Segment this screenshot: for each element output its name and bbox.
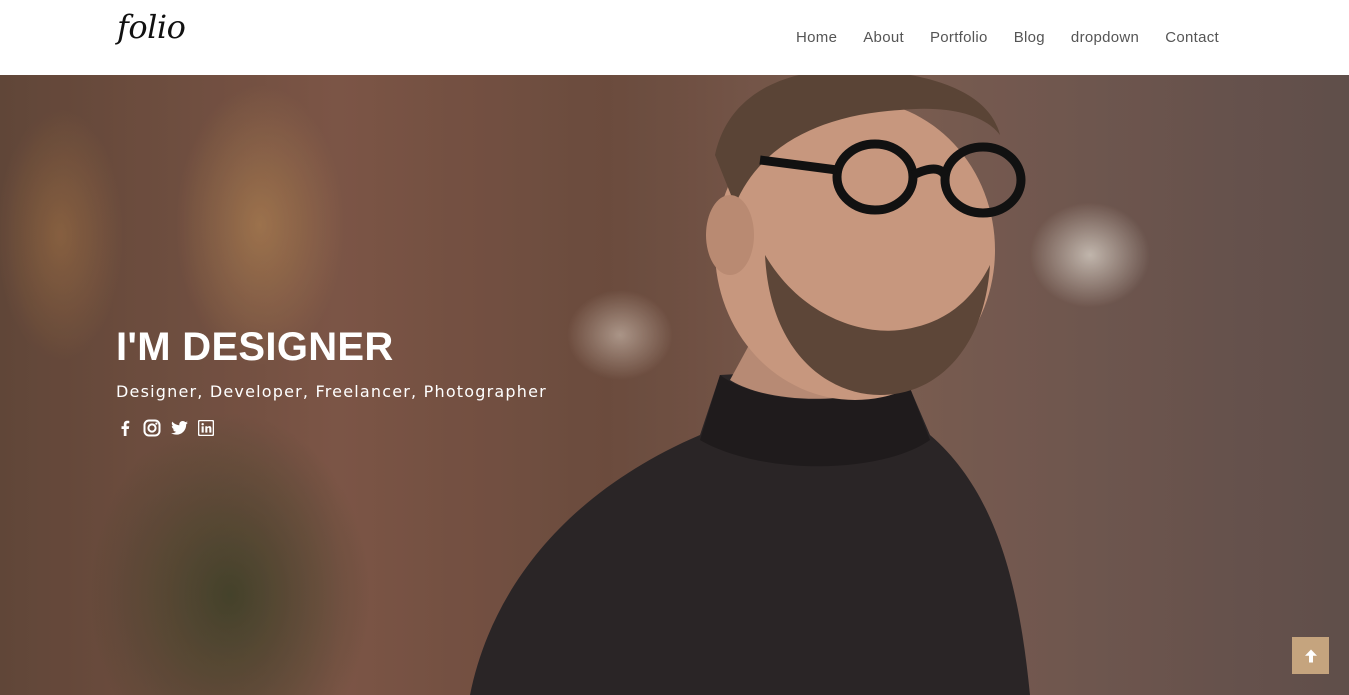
navbar: folio Home About Portfolio Blog dropdown…: [0, 0, 1349, 75]
nav-link-home[interactable]: Home: [796, 29, 837, 46]
back-to-top-button[interactable]: [1292, 637, 1329, 674]
nav-link-contact[interactable]: Contact: [1165, 29, 1219, 46]
nav-menu: Home About Portfolio Blog dropdown Conta…: [796, 27, 1219, 46]
linkedin-icon: [198, 420, 214, 436]
twitter-icon: [170, 421, 188, 435]
instagram-icon: [143, 419, 161, 437]
twitter-link[interactable]: [170, 419, 188, 437]
logo[interactable]: folio: [117, 8, 186, 46]
arrow-up-icon: [1304, 649, 1317, 662]
nav-link-about[interactable]: About: [863, 29, 904, 46]
hero-content: I'M DESIGNER Designer, Developer, Freela…: [116, 325, 547, 437]
facebook-icon: [121, 420, 130, 436]
nav-link-blog[interactable]: Blog: [1014, 29, 1045, 46]
instagram-link[interactable]: [143, 419, 161, 437]
hero-subtitle: Designer, Developer, Freelancer, Photogr…: [116, 382, 547, 401]
facebook-link[interactable]: [116, 419, 134, 437]
social-links: [116, 419, 547, 437]
hero-title: I'M DESIGNER: [116, 325, 394, 369]
linkedin-link[interactable]: [197, 419, 215, 437]
nav-link-portfolio[interactable]: Portfolio: [930, 29, 988, 46]
nav-link-dropdown[interactable]: dropdown: [1071, 29, 1139, 46]
hero-section: I'M DESIGNER Designer, Developer, Freela…: [0, 75, 1349, 695]
